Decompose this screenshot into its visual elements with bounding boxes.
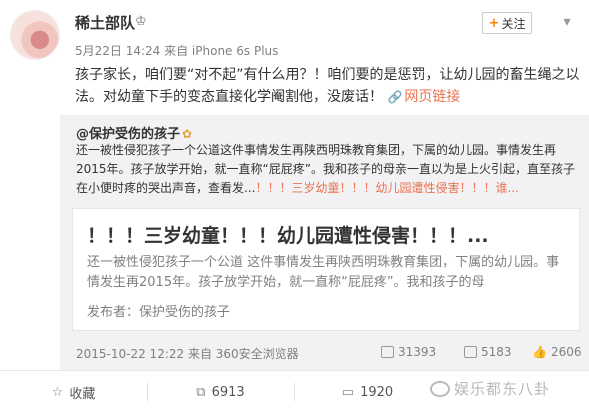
avatar[interactable] bbox=[10, 10, 60, 60]
follow-label: 关注 bbox=[501, 16, 526, 31]
repost-like-number: 2606 bbox=[550, 345, 582, 359]
comment-icon: ▭ bbox=[341, 385, 355, 400]
repost-count: 6913 bbox=[211, 385, 245, 400]
repost-comment-number: 5183 bbox=[481, 345, 512, 359]
thumbs-up-icon: 👍 bbox=[532, 345, 547, 359]
web-link[interactable]: 🔗 网页链接 bbox=[387, 89, 460, 105]
watermark-text: 娱乐都东八卦 bbox=[454, 380, 551, 398]
weibo-post: 稀土部队 ♔ 5月22日 14:24 来自 iPhone 6s Plus + 关… bbox=[0, 0, 589, 413]
favorite-button[interactable]: ☆ 收藏 bbox=[0, 371, 147, 413]
more-options-icon[interactable]: ▾ bbox=[556, 14, 578, 32]
repost-icon bbox=[381, 346, 394, 358]
post-text: 孩子家长，咱们要“对不起”有什么用？！咱们要的是惩罚，让幼儿园的畜生绳之以法。对… bbox=[75, 67, 580, 105]
repost-text: 还一被性侵犯孩子一个公道这件事情发生再陕西明珠教育集团，下属的幼儿园。事情发生再… bbox=[76, 141, 581, 198]
post-content: 孩子家长，咱们要“对不起”有什么用？！咱们要的是惩罚，让幼儿园的畜生绳之以法。对… bbox=[75, 64, 585, 108]
repost-time-source[interactable]: 2015-10-22 12:22 来自 360安全浏览器 bbox=[76, 345, 299, 362]
repost-button[interactable]: ⧉ 6913 bbox=[147, 371, 294, 413]
repost-footer: 2015-10-22 12:22 来自 360安全浏览器 31393 5183 … bbox=[76, 345, 582, 363]
repost-repost-number: 31393 bbox=[398, 345, 437, 359]
favorite-label: 收藏 bbox=[69, 387, 96, 402]
comment-button[interactable]: ▭ 1920 bbox=[294, 371, 441, 413]
watermark: 娱乐都东八卦 bbox=[430, 378, 550, 399]
repost-link[interactable]: ！！！三岁幼童！！！幼儿园遭性侵害！！！谁... bbox=[255, 181, 518, 195]
repost-comment-count[interactable]: 5183 bbox=[464, 345, 512, 359]
link-icon: 🔗 bbox=[387, 90, 403, 104]
repost-like-count[interactable]: 👍 2606 bbox=[532, 345, 582, 359]
web-link-label: 网页链接 bbox=[404, 89, 461, 105]
repost-author[interactable]: @保护受伤的孩子 ✿ bbox=[76, 123, 192, 142]
comment-count: 1920 bbox=[360, 385, 394, 400]
verified-badge-icon: ✿ bbox=[182, 127, 193, 141]
repost-author-name[interactable]: @保护受伤的孩子 bbox=[76, 127, 180, 142]
star-icon: ☆ bbox=[51, 385, 64, 400]
card-description: 还一被性侵犯孩子一个公道 这件事情发生再陕西明珠教育集团，下属的幼儿园。事情发生… bbox=[87, 255, 560, 290]
repost-icon: ⧉ bbox=[196, 385, 206, 400]
plus-icon: + bbox=[488, 15, 500, 31]
card-publisher: 发布者：保护受伤的孩子 bbox=[87, 305, 231, 320]
card-title: ！！！三岁幼童！！！幼儿园遭性侵害！！！... bbox=[87, 225, 489, 247]
link-card[interactable]: ！！！三岁幼童！！！幼儿园遭性侵害！！！... 还一被性侵犯孩子一个公道 这件事… bbox=[72, 208, 580, 331]
comment-icon bbox=[464, 346, 477, 358]
vip-crown-icon: ♔ bbox=[135, 14, 147, 29]
wechat-logo-icon bbox=[430, 380, 450, 397]
reposted-content: @保护受伤的孩子 ✿ 还一被性侵犯孩子一个公道这件事情发生再陕西明珠教育集团，下属… bbox=[60, 115, 589, 370]
follow-button[interactable]: + 关注 bbox=[482, 12, 532, 34]
author-name[interactable]: 稀土部队 bbox=[75, 12, 135, 33]
post-meta: 5月22日 14:24 来自 iPhone 6s Plus bbox=[75, 44, 279, 58]
repost-repost-count[interactable]: 31393 bbox=[381, 345, 436, 359]
